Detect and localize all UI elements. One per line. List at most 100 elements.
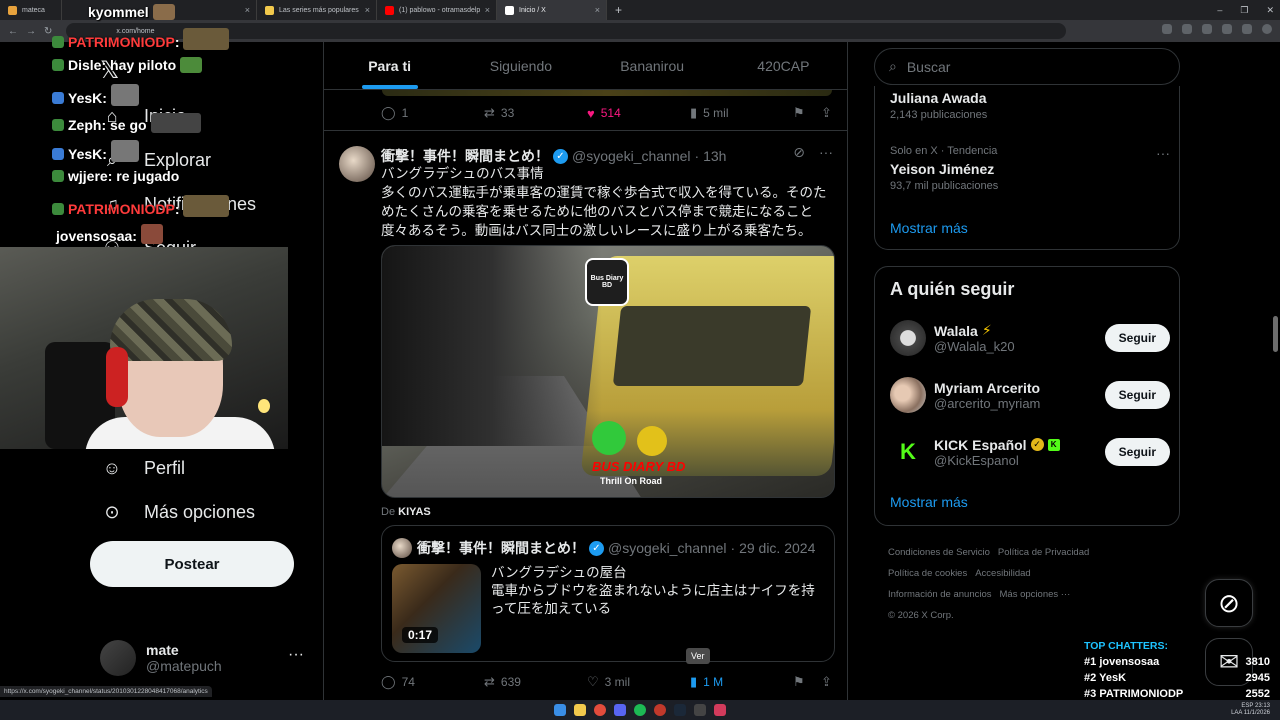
post-button[interactable]: Postear [90,541,294,587]
follow-button[interactable]: Seguir [1104,324,1170,352]
browser-tab-active[interactable]: Inicio / X × [497,0,607,20]
epic-icon[interactable] [694,704,706,716]
footer-link[interactable]: Accesibilidad [975,568,1030,579]
close-icon[interactable]: × [595,5,600,15]
tweet-video[interactable]: Bus Diary BD BUS DIARY BD Thrill On Road [381,245,835,498]
heart-outline-icon: ♡ [587,674,599,689]
author-handle[interactable]: @syogeki_channel [572,148,691,164]
author-name[interactable]: 衝撃！事件！瞬間まとめ！ [381,146,549,166]
maximize-icon[interactable]: ❐ [1240,5,1248,16]
chatter-name: PATRIMONIODP [1099,688,1184,700]
lang-indicator[interactable]: LAA [1231,710,1242,716]
timestamp[interactable]: · 13h [695,148,727,164]
tab-siguiendo[interactable]: Siguiendo [455,42,586,89]
share-button[interactable]: ⇪ [821,105,832,121]
bookmark-button[interactable]: ⚑ [793,674,805,690]
show-more-link[interactable]: Mostrar más [890,494,968,510]
follow-button[interactable]: Seguir [1104,438,1170,466]
browser-tab[interactable]: (1) pablowo - otramasdelp × [377,0,497,20]
tab-label: 420CAP [757,57,810,74]
tweet-actions: ◯ 74 ⇄ 639 ♡ 3 mil ▮ 1 M ⚑ ⇪ [381,672,836,692]
file-explorer-icon[interactable] [574,704,586,716]
reply-count: 1 [401,106,409,120]
forward-icon[interactable]: → [26,26,36,37]
more-icon[interactable]: ··· [819,144,833,161]
profile-icon[interactable] [1262,24,1272,34]
grok-icon[interactable]: ⊘ [793,144,805,161]
like-count: 514 [600,106,621,120]
chrome-icon[interactable] [594,704,606,716]
clock-time[interactable]: 23:13 [1255,703,1270,709]
follow-suggestion[interactable]: Myriam Arcerito @arcerito_myriam Seguir [890,375,1170,415]
close-icon[interactable]: × [245,5,250,15]
chart-icon: ▮ [690,105,698,120]
previous-post-media[interactable] [382,90,832,96]
tab-bananirou[interactable]: Bananirou [587,42,718,89]
start-icon[interactable] [554,704,566,716]
back-icon[interactable]: ← [8,26,18,37]
avatar[interactable] [339,146,375,182]
follow-button[interactable]: Seguir [1104,381,1170,409]
like-button[interactable]: ♥ 514 [587,106,621,121]
close-icon[interactable]: × [485,5,490,15]
share-button[interactable]: ⇪ [821,674,832,690]
bookmark-button[interactable]: ⚑ [793,105,805,121]
footer-link[interactable]: Política de Privacidad [998,547,1089,558]
clock-date[interactable]: 11/1/2026 [1244,710,1270,716]
extension-icon[interactable] [1162,24,1172,34]
scrollbar-thumb[interactable] [1273,316,1278,352]
more-icon[interactable]: ··· [288,646,304,664]
app-icon[interactable] [654,704,666,716]
follow-suggestion[interactable]: K KICK Español ✓ K @KickEspanol Seguir [890,432,1170,472]
spotify-icon[interactable] [634,704,646,716]
views-button[interactable]: ▮ 1 M [690,674,723,690]
lang-indicator[interactable]: ESP [1241,703,1253,709]
grok-button[interactable]: ⊘ [1205,579,1253,627]
repost-button[interactable]: ⇄ 639 [484,674,521,690]
nav-item-profile[interactable]: ☺ Perfil [100,456,185,480]
repost-button[interactable]: ⇄ 33 [484,105,514,121]
trend-item[interactable]: Juliana Awada 2,143 publicaciones [890,90,1170,121]
more-icon[interactable]: ··· [1156,145,1170,161]
quoted-post[interactable]: 衝撃！事件！瞬間まとめ！ ✓ @syogeki_channel · 29 dic… [381,525,835,662]
like-button[interactable]: ♡ 3 mil [587,674,630,690]
close-window-icon[interactable]: ✕ [1266,5,1274,16]
follow-suggestion[interactable]: Walala ⚡ @Walala_k20 Seguir [890,318,1170,358]
extension-icon[interactable] [1242,24,1252,34]
show-more-link[interactable]: Mostrar más [890,220,968,236]
browser-tab[interactable]: Las series más populares × [257,0,377,20]
reply-button[interactable]: ◯ 74 [381,674,415,690]
tab-para-ti[interactable]: Para ti [324,42,455,89]
status-url: https://x.com/syogeki_channel/status/201… [0,686,212,697]
minimize-icon[interactable]: – [1217,5,1222,15]
browser-tab[interactable]: mateca [0,0,62,20]
search-input[interactable]: ⌕ Buscar [874,48,1180,85]
repost-count: 639 [500,675,521,689]
avatar [100,640,136,676]
account-switcher[interactable]: mate @matepuch ··· [100,636,310,680]
extension-icon[interactable] [1222,24,1232,34]
nav-item-more[interactable]: ⊙ Más opciones [100,500,255,524]
emote-icon [183,195,230,217]
steam-icon[interactable] [674,704,686,716]
person-handle: @Walala_k20 [934,339,1015,354]
badge-icon [52,119,64,131]
from-name[interactable]: KIYAS [398,506,431,518]
footer-link[interactable]: Condiciones de Servicio [888,547,990,558]
obs-icon[interactable] [714,704,726,716]
reply-button[interactable]: ◯ 1 [381,105,408,121]
footer-link[interactable]: Información de anuncios [888,589,992,600]
footer-link[interactable]: Más opciones ··· [1000,589,1071,600]
close-icon[interactable]: × [365,5,370,15]
footer-link[interactable]: Política de cookies [888,568,967,579]
extension-icon[interactable] [1182,24,1192,34]
quote-video-thumbnail[interactable]: 0:17 [392,564,481,653]
new-tab-button[interactable]: + [607,3,630,17]
tab-420cap[interactable]: 420CAP [718,42,847,89]
tab-label: mateca [22,6,45,14]
discord-icon[interactable] [614,704,626,716]
views-button[interactable]: ▮ 5 mil [690,105,729,121]
trend-item[interactable]: Solo en X · Tendencia Yeison Jiménez 93,… [890,145,1170,192]
chat-user: kyommel [88,4,149,20]
extension-icon[interactable] [1202,24,1212,34]
